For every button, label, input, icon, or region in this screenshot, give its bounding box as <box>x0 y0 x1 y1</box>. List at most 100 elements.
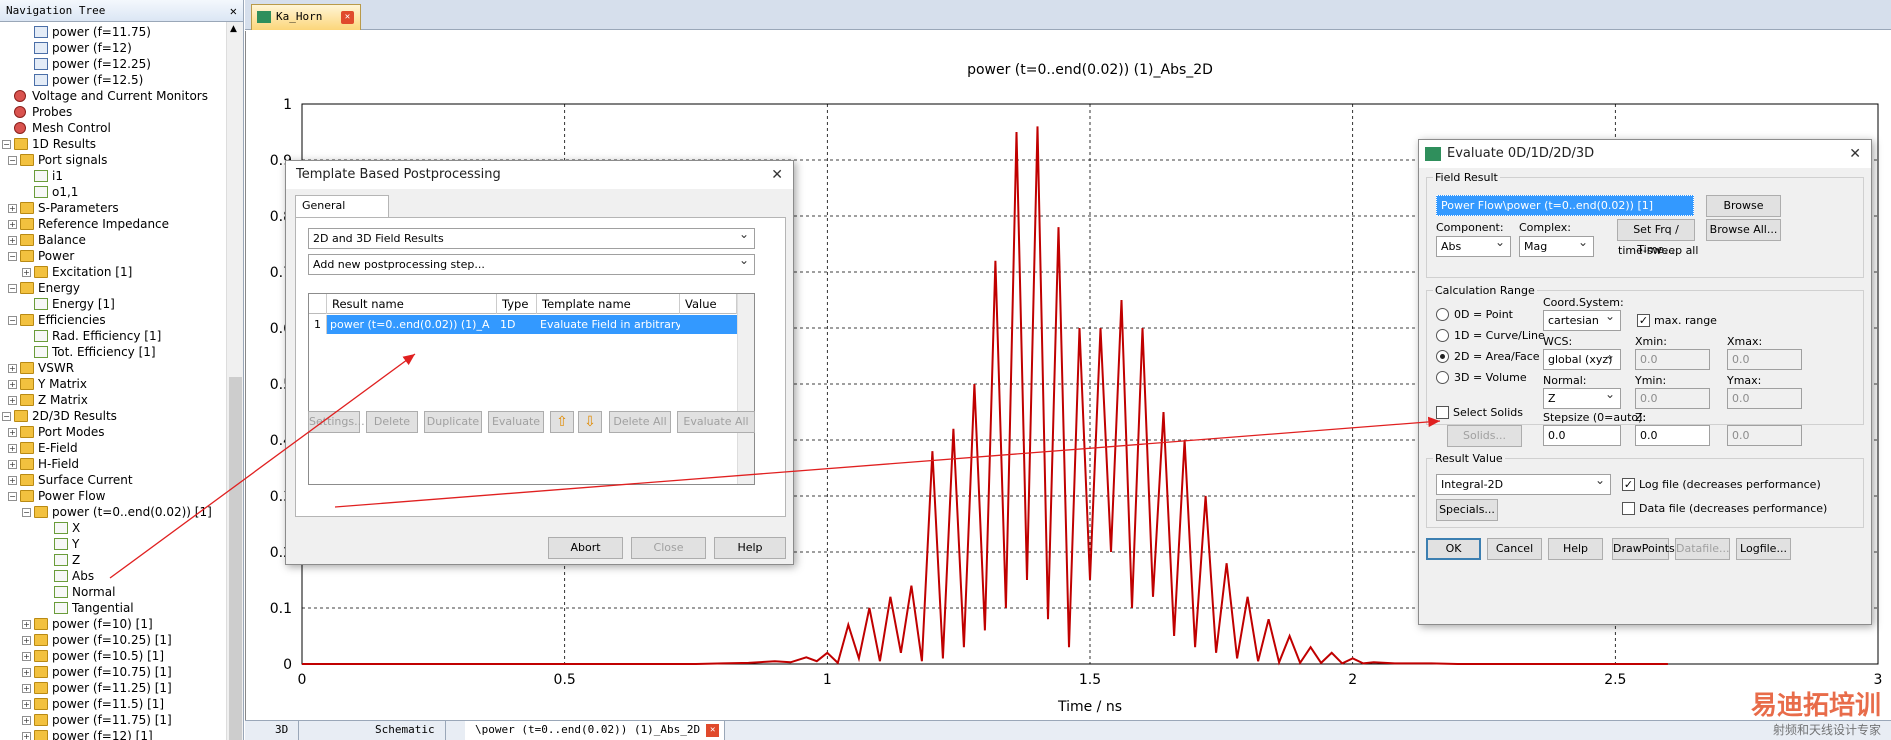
collapse-icon[interactable]: − <box>8 252 17 261</box>
tree-item[interactable]: Rad. Efficiency [1] <box>0 328 226 344</box>
tree-item[interactable]: power (f=12) <box>0 40 226 56</box>
tree-item[interactable]: power (f=12.25) <box>0 56 226 72</box>
tree-item[interactable]: + Port Modes <box>0 424 226 440</box>
tree-item[interactable]: − Efficiencies <box>0 312 226 328</box>
tree-item[interactable]: Mesh Control <box>0 120 226 136</box>
expand-icon[interactable]: + <box>22 636 31 645</box>
header-type[interactable]: Type <box>497 294 537 314</box>
collapse-icon[interactable]: − <box>8 492 17 501</box>
move-up-icon[interactable]: ⇧ <box>550 411 574 433</box>
tree-item[interactable]: Probes <box>0 104 226 120</box>
tree-item[interactable]: i1 <box>0 168 226 184</box>
ymax-input[interactable]: 0.0 <box>1727 388 1802 409</box>
collapse-icon[interactable]: − <box>8 284 17 293</box>
tree-item[interactable]: − Energy <box>0 280 226 296</box>
tree-item[interactable]: Y <box>0 536 226 552</box>
select-solids-checkbox[interactable] <box>1436 406 1449 419</box>
solids-button[interactable]: Solids... <box>1447 425 1522 447</box>
logfile-button[interactable]: Logfile... <box>1736 538 1791 560</box>
tab-general-results[interactable]: General Results <box>295 195 389 232</box>
z2-input[interactable]: 0.0 <box>1727 425 1802 446</box>
ok-button[interactable]: OK <box>1426 538 1481 560</box>
specials-button[interactable]: Specials... <box>1436 499 1498 521</box>
tree-item[interactable]: + Reference Impedance <box>0 216 226 232</box>
tree-item[interactable]: + Z Matrix <box>0 392 226 408</box>
tree-item[interactable]: + power (f=12) [1] <box>0 728 226 740</box>
help-button[interactable]: Help <box>714 537 786 559</box>
expand-icon[interactable]: + <box>8 444 17 453</box>
expand-icon[interactable]: + <box>8 220 17 229</box>
xmax-input[interactable]: 0.0 <box>1727 349 1802 370</box>
tree-scrollbar[interactable]: ▲ <box>226 22 243 740</box>
log-file-checkbox[interactable]: ✓ <box>1622 478 1635 491</box>
tab-ka-horn[interactable]: Ka_Horn ✕ <box>251 4 361 30</box>
tree-view[interactable]: power (f=11.75) power (f=12) power (f=12.2… <box>0 24 226 740</box>
tree-item[interactable]: − Power Flow <box>0 488 226 504</box>
duplicate-button[interactable]: Duplicate <box>424 411 482 433</box>
cell-result-name[interactable]: power (t=0..end(0.02)) (1)_A <box>327 315 497 334</box>
tab-3d[interactable]: 3D <box>265 721 300 740</box>
radio-1d[interactable] <box>1436 329 1449 342</box>
browse-results-button[interactable]: Browse Results... <box>1706 195 1781 232</box>
expand-icon[interactable]: + <box>22 700 31 709</box>
expand-icon[interactable]: + <box>22 684 31 693</box>
tab-close-icon[interactable]: ✕ <box>706 724 720 737</box>
tree-item[interactable]: power (f=11.75) <box>0 24 226 40</box>
tab-close-icon[interactable]: ✕ <box>341 11 354 24</box>
close-icon[interactable]: ✕ <box>771 161 783 189</box>
tree-item[interactable]: − power (t=0..end(0.02)) [1] <box>0 504 226 520</box>
tree-item[interactable]: + Surface Current <box>0 472 226 488</box>
expand-icon[interactable]: + <box>22 668 31 677</box>
delete-all-button[interactable]: Delete All <box>609 411 671 433</box>
table-scrollbar[interactable] <box>737 294 754 484</box>
expand-icon[interactable]: + <box>22 652 31 661</box>
radio-3d[interactable] <box>1436 371 1449 384</box>
settings-button[interactable]: Settings... <box>308 411 365 433</box>
scroll-up-icon[interactable]: ▲ <box>230 24 237 34</box>
results-table[interactable]: Result name Type Template name Value 1 p… <box>308 293 755 485</box>
tree-item[interactable]: − 1D Results <box>0 136 226 152</box>
radio-0d[interactable] <box>1436 308 1449 321</box>
tree-item[interactable]: + power (f=10.5) [1] <box>0 648 226 664</box>
expand-icon[interactable]: + <box>8 460 17 469</box>
tree-item[interactable]: X <box>0 520 226 536</box>
coord-system-select[interactable]: cartesian <box>1543 310 1621 331</box>
complex-select[interactable]: Mag <box>1519 236 1594 257</box>
max-range-checkbox[interactable]: ✓ <box>1637 314 1650 327</box>
tree-item[interactable]: + E-Field <box>0 440 226 456</box>
tab-plot[interactable]: \power (t=0..end(0.02)) (1)_Abs_2D ✕ <box>465 721 726 740</box>
component-select[interactable]: Abs <box>1436 236 1511 257</box>
tree-item[interactable]: Voltage and Current Monitors <box>0 88 226 104</box>
abort-button[interactable]: Abort <box>548 537 623 559</box>
result-value-select[interactable]: Integral-2D <box>1436 474 1611 495</box>
tree-item[interactable]: o1,1 <box>0 184 226 200</box>
tree-item[interactable]: + power (f=11.25) [1] <box>0 680 226 696</box>
collapse-icon[interactable]: − <box>8 316 17 325</box>
expand-icon[interactable]: + <box>8 380 17 389</box>
cell-type[interactable]: 1D <box>497 315 537 334</box>
cell-template-name[interactable]: Evaluate Field in arbitrary <box>537 315 680 334</box>
tree-item[interactable]: Tot. Efficiency [1] <box>0 344 226 360</box>
tree-item[interactable]: − Port signals <box>0 152 226 168</box>
add-step-select[interactable]: Add new postprocessing step... <box>308 254 755 275</box>
help-button[interactable]: Help <box>1548 538 1603 560</box>
close-icon[interactable]: ✕ <box>1849 140 1861 168</box>
tree-item[interactable]: + power (f=10.25) [1] <box>0 632 226 648</box>
evaluate-all-button[interactable]: Evaluate All <box>677 411 755 433</box>
tree-item[interactable]: Abs <box>0 568 226 584</box>
collapse-icon[interactable]: − <box>8 156 17 165</box>
browse-all-button[interactable]: Browse All... <box>1706 219 1781 241</box>
wcs-select[interactable]: global (xyz) <box>1543 349 1621 370</box>
expand-icon[interactable]: + <box>8 428 17 437</box>
data-file-checkbox[interactable] <box>1622 502 1635 515</box>
tab-schematic[interactable]: Schematic <box>365 721 446 740</box>
expand-icon[interactable]: + <box>8 364 17 373</box>
expand-icon[interactable]: + <box>8 236 17 245</box>
expand-icon[interactable]: + <box>22 620 31 629</box>
collapse-icon[interactable]: − <box>2 140 11 149</box>
result-type-select[interactable]: 2D and 3D Field Results <box>308 228 755 249</box>
cancel-button[interactable]: Cancel <box>1487 538 1542 560</box>
set-frq-time-button[interactable]: Set Frq / Time... <box>1617 219 1695 256</box>
tree-item[interactable]: + Excitation [1] <box>0 264 226 280</box>
stepsize-input[interactable]: 0.0 <box>1543 425 1621 446</box>
